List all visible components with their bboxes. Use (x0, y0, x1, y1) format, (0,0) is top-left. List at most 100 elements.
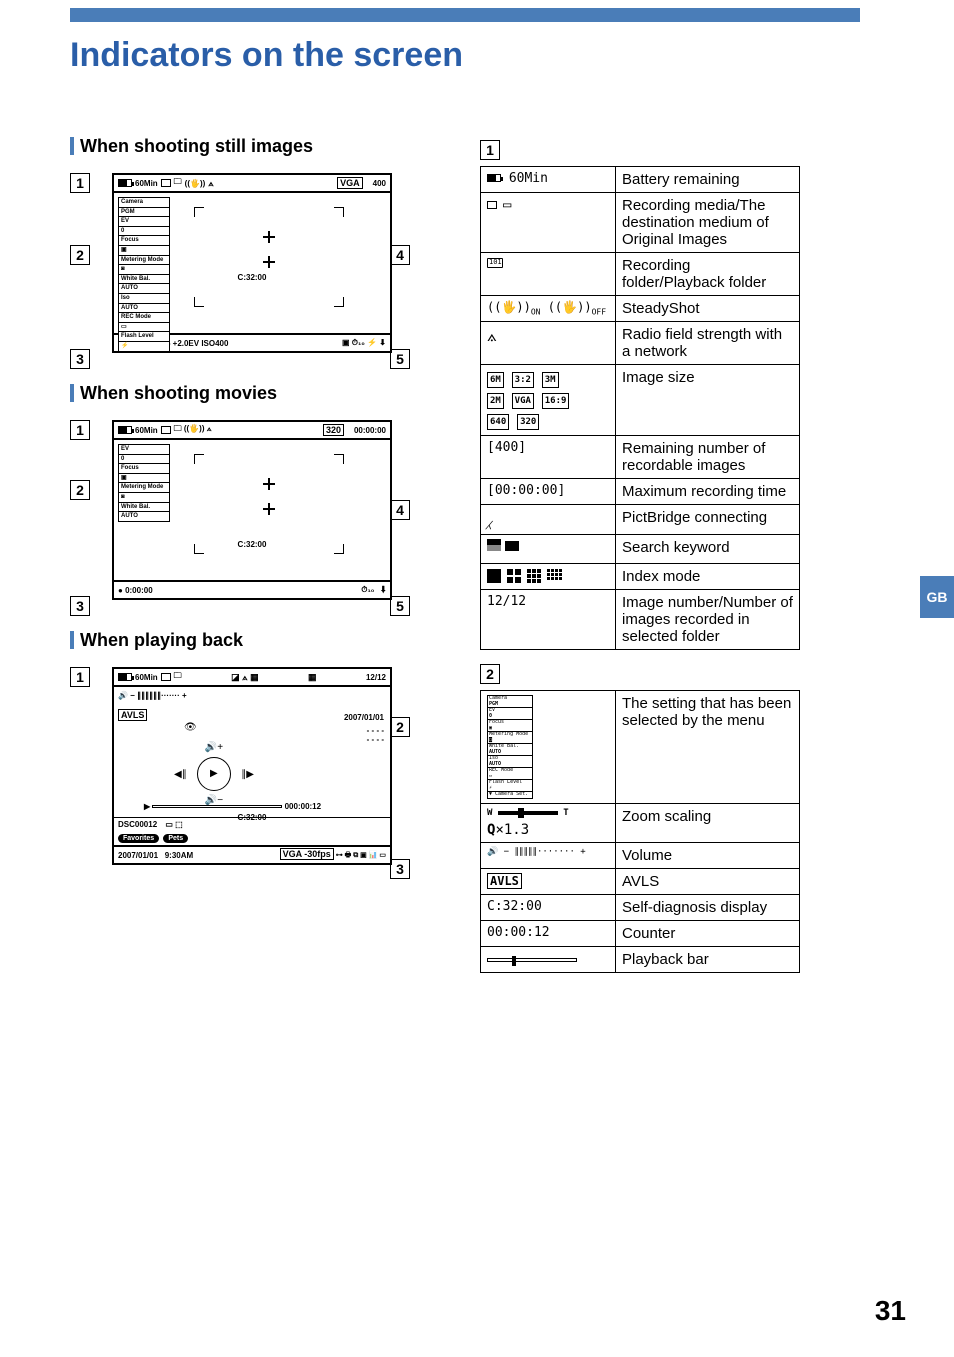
pb-controls: 🔊+ ◀∥ ▶ ∥▶ 🔊− (174, 742, 254, 806)
mval-ev: 0 (118, 454, 170, 464)
pb-progress-row: ▶ 000:00:12 (144, 802, 380, 811)
t2r0d: The setting that has been selected by th… (616, 691, 800, 804)
steady-icon: ((🖐)) (185, 179, 206, 188)
movie-time: 00:00:00 (354, 426, 386, 435)
t1r7d: Maximum recording time (616, 479, 800, 505)
t2r4i: C:32:00 (481, 894, 616, 920)
imgsize-icons: 6M 3:2 3M 2M VGA 16:9 640 320 (481, 365, 616, 436)
avls-box: AVLS (118, 709, 147, 721)
pb-top-bar: 60Min 🗀 ◪ ⟑ ▦ ▦ 12/12 (114, 669, 390, 687)
callout-1-m: 1 (70, 420, 90, 440)
pb-date: 2007/01/01 (344, 713, 384, 722)
pb-tags: Favorites Pets (114, 831, 390, 845)
callout-1: 1 (70, 173, 90, 193)
subheading-playback: When playing back (70, 630, 410, 651)
movie-side-panel: EV 0 Focus ▣ Metering Mode ◙ White Bal. … (118, 444, 170, 522)
media-icon (161, 179, 171, 187)
movie-top-bar: 60Min 🗀 ((🖐)) ⟑ 320 00:00:00 (114, 422, 390, 440)
pb-bdate: 2007/01/01 (118, 851, 158, 860)
movie-bottom-icons: ⏱₁₀ ⬇ (361, 585, 386, 595)
val-metering: ◙ (118, 264, 170, 274)
pb-bottom-bar: 2007/01/01 9:30AM VGA -30fps ⊶ 🖶 ⧉ ▣ 📊 ▭ (114, 845, 390, 863)
val-rec: ▭ (118, 322, 170, 332)
focus-frame (194, 207, 344, 307)
t1r6d: Remaining number of recordable images (616, 436, 800, 479)
playback-screen: 60Min 🗀 ◪ ⟑ ▦ ▦ 12/12 🔊 − ∥∥∥∥∥∥······· … (112, 667, 392, 865)
still-diagram: 1 2 3 4 5 60Min 🗀 ((🖐)) ⟑ VGA 400 Camera… (70, 173, 410, 353)
pb-file: DSC00012 (118, 820, 157, 829)
callout-1-p: 1 (70, 667, 90, 687)
mlbl-focus: Focus (118, 463, 170, 473)
lbl-rec: REC Mode (118, 312, 170, 322)
batt-time-p: 60Min (135, 673, 158, 682)
pb-eye-icon: 👁 (184, 722, 197, 733)
t1r1d: Recording media/The destination medium o… (616, 193, 800, 253)
lbl-metering: Metering Mode (118, 255, 170, 265)
pb-avls: AVLS (118, 705, 147, 723)
avls-icon: AVLS (487, 873, 522, 889)
lbl-focus: Focus (118, 235, 170, 245)
t1r7i: [00:00:00] (481, 479, 616, 505)
still-top-bar: 60Min 🗀 ((🖐)) ⟑ VGA 400 (114, 175, 390, 193)
zoom-val: ×1.3 (495, 822, 529, 838)
callout-4: 4 (390, 245, 410, 265)
callout-3: 3 (70, 349, 90, 369)
still-center: C:32:00 (238, 273, 267, 282)
still-side-panel: Camera PGM EV 0 Focus ▣ Metering Mode ◙ … (118, 197, 170, 352)
movie-focus-frame (194, 454, 344, 554)
media-icon-m (161, 426, 171, 434)
movie-center: C:32:00 (238, 540, 267, 549)
pb-right-info: 2007/01/01 - - - - - - - - (344, 713, 384, 744)
mlbl-met: Metering Mode (118, 482, 170, 492)
t1r5d: Image size (616, 365, 800, 436)
t2r2d: Volume (616, 842, 800, 868)
t1r3d: SteadyShot (616, 296, 800, 322)
movie-bottom-bar: ● 0:00:00 ⏱₁₀ ⬇ (114, 580, 390, 598)
pb-count: 12/12 (366, 673, 386, 682)
lbl-flash: Flash Level (118, 331, 170, 341)
callout-5: 5 (390, 349, 410, 369)
lbl-wb: White Bal. (118, 274, 170, 284)
menu-panel-icon: CameraPGM EV0 Focus▣ Metering Mode◙ Whit… (481, 691, 616, 804)
mval-met: ◙ (118, 492, 170, 502)
t1r4d: Radio field strength with a network (616, 322, 800, 365)
playback-bar-icon (481, 946, 616, 972)
still-bottom-icons: ▣ ⏱₁₀ ⚡ ⬇ (342, 338, 386, 348)
tag-favorites: Favorites (118, 834, 159, 843)
t2r6d: Playback bar (616, 946, 800, 972)
t2r3d: AVLS (616, 868, 800, 894)
callout-2-m: 2 (70, 480, 90, 500)
steady-icons: ((🖐))ON ((🖐))OFF (481, 296, 616, 322)
volume-icon-cell: 🔊 − ∥∥∥∥∥······· + (481, 842, 616, 868)
t1r9d: Search keyword (616, 535, 800, 564)
callout-3-p: 3 (390, 859, 410, 879)
media-icon-p (161, 673, 171, 681)
t1r11i: 12/12 (481, 590, 616, 650)
val-flash: ⚡ (118, 341, 170, 352)
t1r2d: Recording folder/Playback folder (616, 253, 800, 296)
batt-time: 60Min (135, 179, 158, 188)
right-column: 1 60Min Battery remaining ▭ Recording me… (480, 140, 800, 987)
index-icons (481, 564, 616, 590)
legend-table-1: 60Min Battery remaining ▭ Recording medi… (480, 166, 800, 650)
pb-elapsed: 000:00:12 (285, 802, 321, 811)
pb-vga: VGA -30fps (280, 848, 334, 860)
t1r6i: [400] (481, 436, 616, 479)
zoom-icon-cell: W T Q×1.3 (481, 803, 616, 842)
page-title: Indicators on the screen (70, 36, 463, 75)
battery-icon-p (118, 673, 132, 681)
t2r5d: Counter (616, 920, 800, 946)
pictbridge-icon: ⁁ (481, 505, 616, 535)
val-wb: AUTO (118, 283, 170, 293)
t2r5i: 00:00:12 (481, 920, 616, 946)
t1r0d: Battery remaining (616, 167, 800, 193)
val-iso: AUTO (118, 303, 170, 313)
still-screen: 60Min 🗀 ((🖐)) ⟑ VGA 400 Camera PGM EV 0 … (112, 173, 392, 353)
mlbl-wb: White Bal. (118, 502, 170, 512)
legend-table-2: CameraPGM EV0 Focus▣ Metering Mode◙ Whit… (480, 690, 800, 973)
val-focus: ▣ (118, 245, 170, 255)
subheading-still: When shooting still images (70, 136, 410, 157)
playback-diagram: 1 2 3 60Min 🗀 ◪ ⟑ ▦ ▦ 12/12 🔊 − ∥∥∥∥∥∥··… (70, 667, 410, 865)
callout-2-p: 2 (390, 717, 410, 737)
header-accent-bar (70, 8, 860, 22)
